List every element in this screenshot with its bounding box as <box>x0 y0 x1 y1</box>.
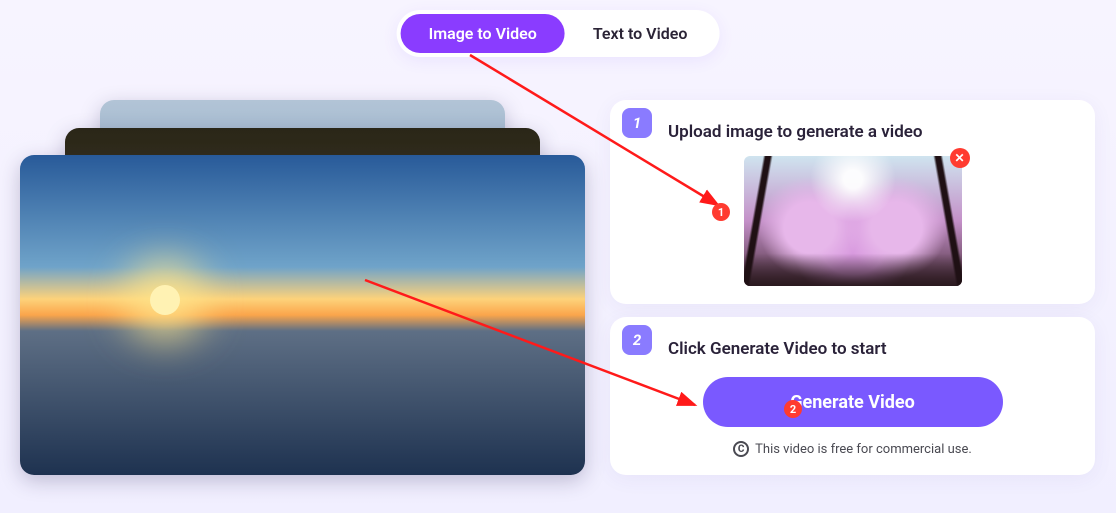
tab-image-to-video[interactable]: Image to Video <box>401 14 565 53</box>
commercial-use-text: This video is free for commercial use. <box>755 442 972 457</box>
mode-tabs: Image to Video Text to Video <box>397 10 720 57</box>
tab-text-to-video[interactable]: Text to Video <box>565 14 716 53</box>
example-image-stack <box>20 100 585 470</box>
uploaded-image-wrap: ✕ <box>744 156 962 286</box>
uploaded-image-thumbnail[interactable] <box>744 156 962 286</box>
copyright-icon: C <box>733 441 749 457</box>
step-1-badge: 1 <box>622 108 652 138</box>
step-2-badge: 2 <box>622 325 652 355</box>
step-1-title: Upload image to generate a video <box>668 122 1077 142</box>
commercial-use-note: C This video is free for commercial use. <box>628 441 1077 457</box>
step-2-title: Click Generate Video to start <box>668 339 1077 359</box>
step-2-card: 2 Click Generate Video to start Generate… <box>610 317 1095 475</box>
close-icon: ✕ <box>954 151 964 165</box>
stack-image-front <box>20 155 585 475</box>
step-1-card: 1 Upload image to generate a video ✕ <box>610 100 1095 304</box>
generate-video-label: Generate Video <box>790 392 915 413</box>
remove-image-button[interactable]: ✕ <box>950 148 970 168</box>
generate-video-button[interactable]: Generate Video <box>703 377 1003 427</box>
